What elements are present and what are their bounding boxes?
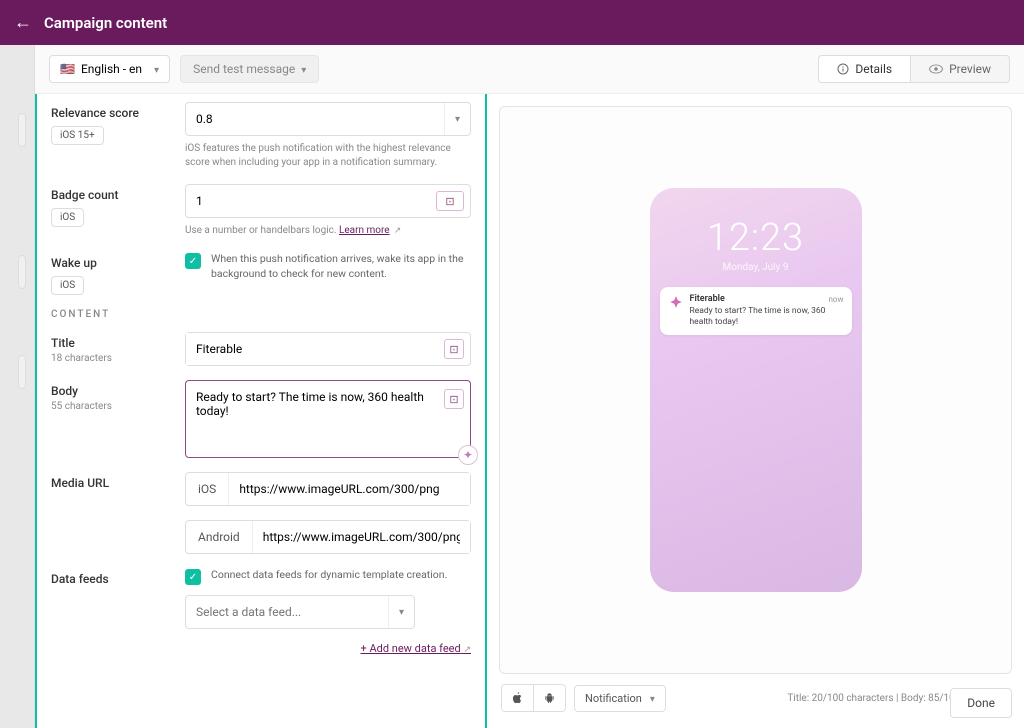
editor-panels: Relevance score iOS 15+ iOS features the… bbox=[35, 94, 1024, 728]
datafeeds-row: Data feeds ✓ Connect data feeds for dyna… bbox=[51, 568, 471, 656]
notif-app-name: Fiterable bbox=[690, 294, 725, 304]
platform-android-button[interactable] bbox=[534, 685, 565, 711]
gutter-step-ghost bbox=[18, 355, 26, 389]
app-header: ← Campaign content bbox=[0, 0, 1024, 45]
media-url-android-wrap: Android bbox=[185, 520, 471, 554]
title-charcount: 18 characters bbox=[51, 353, 173, 364]
lockscreen-date: Monday, July 9 bbox=[650, 262, 862, 273]
body-charcount: 55 characters bbox=[51, 401, 173, 412]
title-input-wrap: ⊡ bbox=[185, 332, 471, 366]
left-gutter bbox=[0, 45, 35, 728]
badge-row: Badge count iOS ⊡ Use a number or handel… bbox=[51, 184, 471, 238]
language-value: English - en bbox=[81, 62, 142, 76]
page-title: Campaign content bbox=[44, 14, 167, 32]
datafeed-select[interactable] bbox=[185, 595, 415, 629]
relevance-input[interactable] bbox=[186, 103, 444, 135]
media-url-android-row: Android bbox=[51, 520, 471, 554]
wakeup-desc: When this push notification arrives, wak… bbox=[211, 252, 471, 281]
brackets-icon[interactable]: ⊡ bbox=[436, 191, 464, 211]
datafeeds-checkbox[interactable]: ✓ bbox=[185, 569, 201, 585]
external-link-icon: ↗ bbox=[463, 645, 471, 655]
platform-prefix-ios: iOS bbox=[186, 473, 229, 505]
chevron-down-icon bbox=[650, 692, 655, 705]
relevance-row: Relevance score iOS 15+ iOS features the… bbox=[51, 102, 471, 170]
chevron-down-icon bbox=[301, 62, 306, 76]
bottom-action-bar: Done bbox=[950, 688, 1012, 718]
wakeup-row: Wake up iOS ✓ When this push notificatio… bbox=[51, 252, 471, 295]
lockscreen-time: 12:23 bbox=[650, 216, 862, 260]
chevron-down-icon bbox=[444, 103, 470, 135]
chevron-down-icon bbox=[388, 596, 414, 628]
notif-time: now bbox=[829, 295, 844, 304]
external-link-icon: ↗ bbox=[392, 226, 402, 236]
view-mode-segment: Details Preview bbox=[818, 55, 1010, 83]
notif-body-text: Ready to start? The time is now, 360 hea… bbox=[690, 306, 844, 328]
platform-prefix-android: Android bbox=[186, 521, 253, 553]
title-label: Title bbox=[51, 336, 173, 350]
us-flag-icon: 🇺🇸 bbox=[60, 62, 75, 76]
send-test-button[interactable]: Send test message bbox=[180, 55, 319, 83]
title-input[interactable] bbox=[186, 333, 444, 365]
body-textarea[interactable] bbox=[186, 381, 470, 453]
platform-tag-ios: iOS bbox=[51, 208, 84, 227]
brackets-icon[interactable]: ⊡ bbox=[444, 339, 464, 359]
gutter-step-ghost bbox=[18, 255, 26, 289]
platform-toggle bbox=[501, 684, 566, 712]
preview-panel: 12:23 Monday, July 9 Fiterable now bbox=[487, 94, 1024, 728]
badge-helper: Use a number or handelbars logic. Learn … bbox=[185, 224, 471, 238]
datafeed-select-input[interactable] bbox=[186, 596, 388, 628]
main: 🇺🇸 English - en Send test message Detail… bbox=[0, 45, 1024, 728]
body-row: Body 55 characters ⊡ ✦ bbox=[51, 380, 471, 458]
notification-card: Fiterable now Ready to start? The time i… bbox=[660, 287, 852, 335]
eye-icon bbox=[929, 64, 943, 74]
chevron-down-icon bbox=[154, 62, 159, 76]
media-url-ios-input[interactable] bbox=[229, 473, 470, 505]
preview-tab[interactable]: Preview bbox=[911, 55, 1010, 83]
wakeup-label: Wake up bbox=[51, 256, 173, 270]
app-icon bbox=[668, 294, 684, 310]
language-selector[interactable]: 🇺🇸 English - en bbox=[49, 55, 170, 83]
platform-tag-ios15: iOS 15+ bbox=[51, 126, 104, 145]
content-column: 🇺🇸 English - en Send test message Detail… bbox=[35, 45, 1024, 728]
info-icon bbox=[837, 63, 849, 75]
platform-apple-button[interactable] bbox=[502, 685, 534, 711]
body-label: Body bbox=[51, 384, 173, 398]
relevance-helper: iOS features the push notification with … bbox=[185, 142, 471, 170]
preview-canvas: 12:23 Monday, July 9 Fiterable now bbox=[499, 106, 1012, 674]
datafeeds-label: Data feeds bbox=[51, 572, 173, 586]
media-url-android-input[interactable] bbox=[253, 521, 470, 553]
relevance-select[interactable] bbox=[185, 102, 471, 136]
datafeeds-desc: Connect data feeds for dynamic template … bbox=[211, 568, 447, 583]
add-data-feed-link[interactable]: + Add new data feed ↗ bbox=[360, 642, 471, 655]
learn-more-link[interactable]: Learn more bbox=[339, 225, 390, 236]
badge-input[interactable] bbox=[186, 185, 436, 217]
content-section-heading: CONTENT bbox=[51, 309, 471, 320]
form-panel: Relevance score iOS 15+ iOS features the… bbox=[35, 94, 487, 728]
details-tab[interactable]: Details bbox=[818, 55, 911, 83]
badge-label: Badge count bbox=[51, 188, 173, 202]
editor-toolbar: 🇺🇸 English - en Send test message Detail… bbox=[35, 45, 1024, 94]
badge-input-wrap: ⊡ bbox=[185, 184, 471, 218]
ai-sparkle-icon[interactable]: ✦ bbox=[458, 445, 478, 465]
title-row: Title 18 characters ⊡ bbox=[51, 332, 471, 366]
media-url-label: Media URL bbox=[51, 476, 173, 490]
platform-tag-ios: iOS bbox=[51, 276, 84, 295]
done-button[interactable]: Done bbox=[950, 688, 1012, 718]
preview-view-select[interactable]: Notification bbox=[574, 685, 666, 712]
media-url-ios-wrap: iOS bbox=[185, 472, 471, 506]
android-icon bbox=[544, 692, 555, 704]
preview-footer: Notification Title: 20/100 characters | … bbox=[499, 674, 1012, 716]
gutter-step-ghost bbox=[18, 113, 26, 147]
phone-mockup: 12:23 Monday, July 9 Fiterable now bbox=[650, 188, 862, 592]
brackets-icon[interactable]: ⊡ bbox=[444, 389, 464, 409]
body-input-wrap: ⊡ ✦ bbox=[185, 380, 471, 458]
relevance-label: Relevance score bbox=[51, 106, 173, 120]
apple-icon bbox=[512, 692, 523, 704]
wakeup-checkbox[interactable]: ✓ bbox=[185, 253, 201, 269]
back-arrow-icon[interactable]: ← bbox=[14, 12, 32, 33]
media-url-ios-row: Media URL iOS bbox=[51, 472, 471, 506]
